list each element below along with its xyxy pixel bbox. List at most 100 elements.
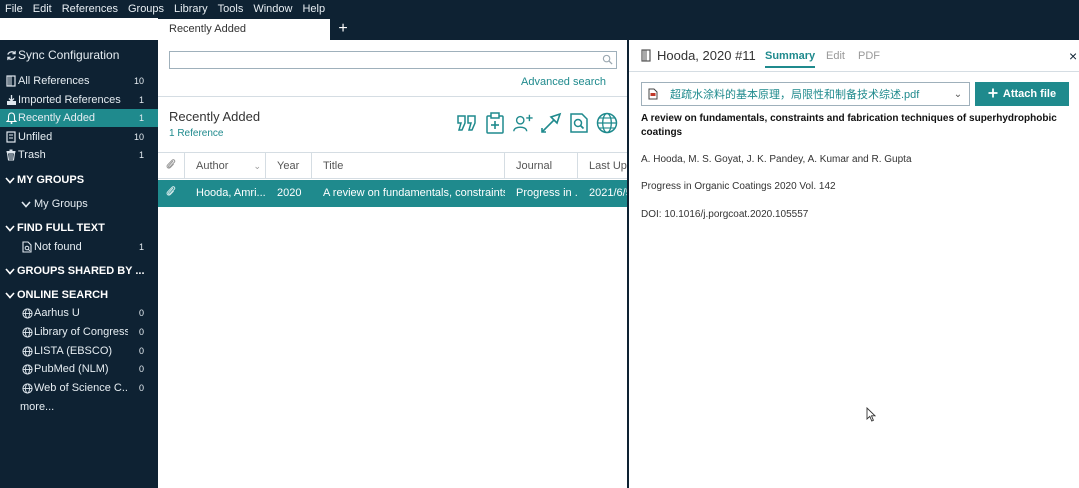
sidebar-item-unfiled[interactable]: Unfiled 10 xyxy=(0,128,158,146)
sidebar-item-pubmed[interactable]: PubMed (NLM) 0 xyxy=(0,360,158,378)
share-arrow-icon[interactable] xyxy=(540,112,562,134)
attachment-file-name: 超疏水涂料的基本原理，局限性和制备技术综述.pdf xyxy=(670,89,920,101)
menu-help[interactable]: Help xyxy=(297,2,330,16)
attachment-column-header[interactable] xyxy=(158,153,185,179)
sidebar-item-imported-references[interactable]: Imported References 1 xyxy=(0,91,158,109)
divider xyxy=(629,71,1079,72)
find-full-text-icon[interactable] xyxy=(568,112,590,134)
sidebar-item-count: 0 xyxy=(138,364,144,374)
toolbar xyxy=(456,112,618,134)
globe-icon xyxy=(21,326,33,338)
reference-title: A review on fundamentals, constraints an… xyxy=(641,113,1057,138)
sidebar-item-label: Library of Congress xyxy=(34,326,128,338)
attach-file-label: Attach file xyxy=(1002,88,1057,100)
attach-file-button[interactable]: Attach file xyxy=(975,82,1069,106)
globe-icon xyxy=(21,307,33,319)
chevron-down-icon: ⌄ xyxy=(953,88,963,100)
column-title[interactable]: Title xyxy=(312,153,505,179)
menu-edit[interactable]: Edit xyxy=(28,2,57,16)
sidebar-item-web-of-science[interactable]: Web of Science C... 0 xyxy=(0,379,158,397)
mouse-cursor-icon xyxy=(866,406,877,422)
table-row[interactable]: Hooda, Amri... 2020 A review on fundamen… xyxy=(158,180,628,207)
globe-icon xyxy=(21,382,33,394)
all-references-icon xyxy=(5,75,17,87)
new-reference-icon[interactable] xyxy=(484,112,506,134)
find-full-text-heading[interactable]: FIND FULL TEXT xyxy=(0,219,158,237)
chevron-down-icon xyxy=(4,176,16,184)
search-icon[interactable] xyxy=(602,54,614,66)
unfiled-icon xyxy=(5,131,17,143)
column-author[interactable]: Author ⌄ xyxy=(185,153,266,179)
sidebar-item-not-found[interactable]: Not found 1 xyxy=(0,238,158,256)
advanced-search-link[interactable]: Advanced search xyxy=(521,76,606,88)
sidebar-item-count: 1 xyxy=(138,113,144,123)
menu-window[interactable]: Window xyxy=(248,2,297,16)
sidebar-item-label: All References xyxy=(18,75,90,87)
menu-tools[interactable]: Tools xyxy=(213,2,249,16)
sidebar-item-label: Recently Added xyxy=(18,112,96,124)
chevron-down-icon xyxy=(4,291,16,299)
sidebar-item-library-of-congress[interactable]: Library of Congress 0 xyxy=(0,323,158,341)
cell-journal: Progress in ... xyxy=(516,187,578,199)
attachment-select[interactable]: 超疏水涂料的基本原理，局限性和制备技术综述.pdf ⌄ xyxy=(641,82,970,106)
document-icon xyxy=(641,49,651,62)
sidebar-item-lista[interactable]: LISTA (EBSCO) 0 xyxy=(0,342,158,360)
online-search-globe-icon[interactable] xyxy=(596,112,618,134)
sidebar-item-all-references[interactable]: All References 10 xyxy=(0,72,158,90)
sort-chevron-icon: ⌄ xyxy=(253,161,261,171)
menu-file[interactable]: File xyxy=(0,2,28,16)
sidebar-item-count: 0 xyxy=(138,346,144,356)
cell-year: 2020 xyxy=(277,187,302,199)
find-full-text-label: FIND FULL TEXT xyxy=(17,222,105,234)
trash-icon xyxy=(5,149,17,161)
reference-source: Progress in Organic Coatings 2020 Vol. 1… xyxy=(641,181,836,192)
menu-references[interactable]: References xyxy=(57,2,123,16)
online-search-heading[interactable]: ONLINE SEARCH xyxy=(0,286,158,304)
sidebar-item-trash[interactable]: Trash 1 xyxy=(0,146,158,164)
document-search-icon xyxy=(21,241,33,253)
sidebar-item-count: 1 xyxy=(138,95,144,105)
chevron-down-icon xyxy=(4,224,16,232)
cell-author: Hooda, Amri... xyxy=(196,187,266,199)
tab-pdf[interactable]: PDF xyxy=(858,50,880,62)
sidebar-item-label: Web of Science C... xyxy=(34,382,128,394)
menu-groups[interactable]: Groups xyxy=(123,2,169,16)
sidebar-item-label: Imported References xyxy=(18,94,121,106)
sidebar-item-label: My Groups xyxy=(34,198,88,210)
sidebar-item-label: PubMed (NLM) xyxy=(34,363,109,375)
menu-library[interactable]: Library xyxy=(169,2,213,16)
column-author-label: Author xyxy=(196,160,229,172)
groups-shared-heading[interactable]: GROUPS SHARED BY ... xyxy=(0,262,158,280)
tab-recently-added[interactable]: Recently Added xyxy=(158,19,330,40)
tab-edit[interactable]: Edit xyxy=(826,50,845,62)
chevron-down-icon xyxy=(4,267,16,275)
tab-summary[interactable]: Summary xyxy=(765,50,816,68)
sync-icon xyxy=(5,49,17,61)
my-groups-heading[interactable]: MY GROUPS xyxy=(0,171,158,189)
sidebar-item-my-groups[interactable]: My Groups xyxy=(0,195,158,213)
pdf-file-icon xyxy=(648,88,658,100)
search-input[interactable] xyxy=(169,51,617,69)
chevron-down-icon xyxy=(20,200,32,208)
add-tab-button[interactable]: + xyxy=(335,20,351,38)
sidebar-item-recently-added[interactable]: Recently Added 1 xyxy=(0,109,158,127)
column-journal[interactable]: Journal xyxy=(505,153,578,179)
sidebar-item-label: LISTA (EBSCO) xyxy=(34,345,113,357)
reference-doi[interactable]: DOI: 10.1016/j.porgcoat.2020.105557 xyxy=(641,209,808,220)
column-last-updated[interactable]: Last Upd xyxy=(578,153,628,179)
sidebar-item-aarhus[interactable]: Aarhus U 0 xyxy=(0,304,158,322)
imported-icon xyxy=(5,94,17,106)
sidebar-item-label: Not found xyxy=(34,241,82,253)
sidebar-item-count: 0 xyxy=(138,327,144,337)
reference-list-panel: Advanced search Recently Added 1 Referen… xyxy=(158,40,628,488)
cell-title: A review on fundamentals, constraints... xyxy=(323,187,505,199)
sync-configuration[interactable]: Sync Configuration xyxy=(0,46,158,64)
add-user-icon[interactable] xyxy=(512,112,534,134)
close-icon[interactable]: × xyxy=(1069,48,1077,64)
column-year[interactable]: Year xyxy=(266,153,312,179)
insert-citation-icon[interactable] xyxy=(456,112,478,134)
more-link[interactable]: more... xyxy=(0,398,158,416)
sidebar-item-count: 0 xyxy=(138,383,144,393)
my-groups-label: MY GROUPS xyxy=(17,174,85,186)
sidebar-item-label: Aarhus U xyxy=(34,307,80,319)
